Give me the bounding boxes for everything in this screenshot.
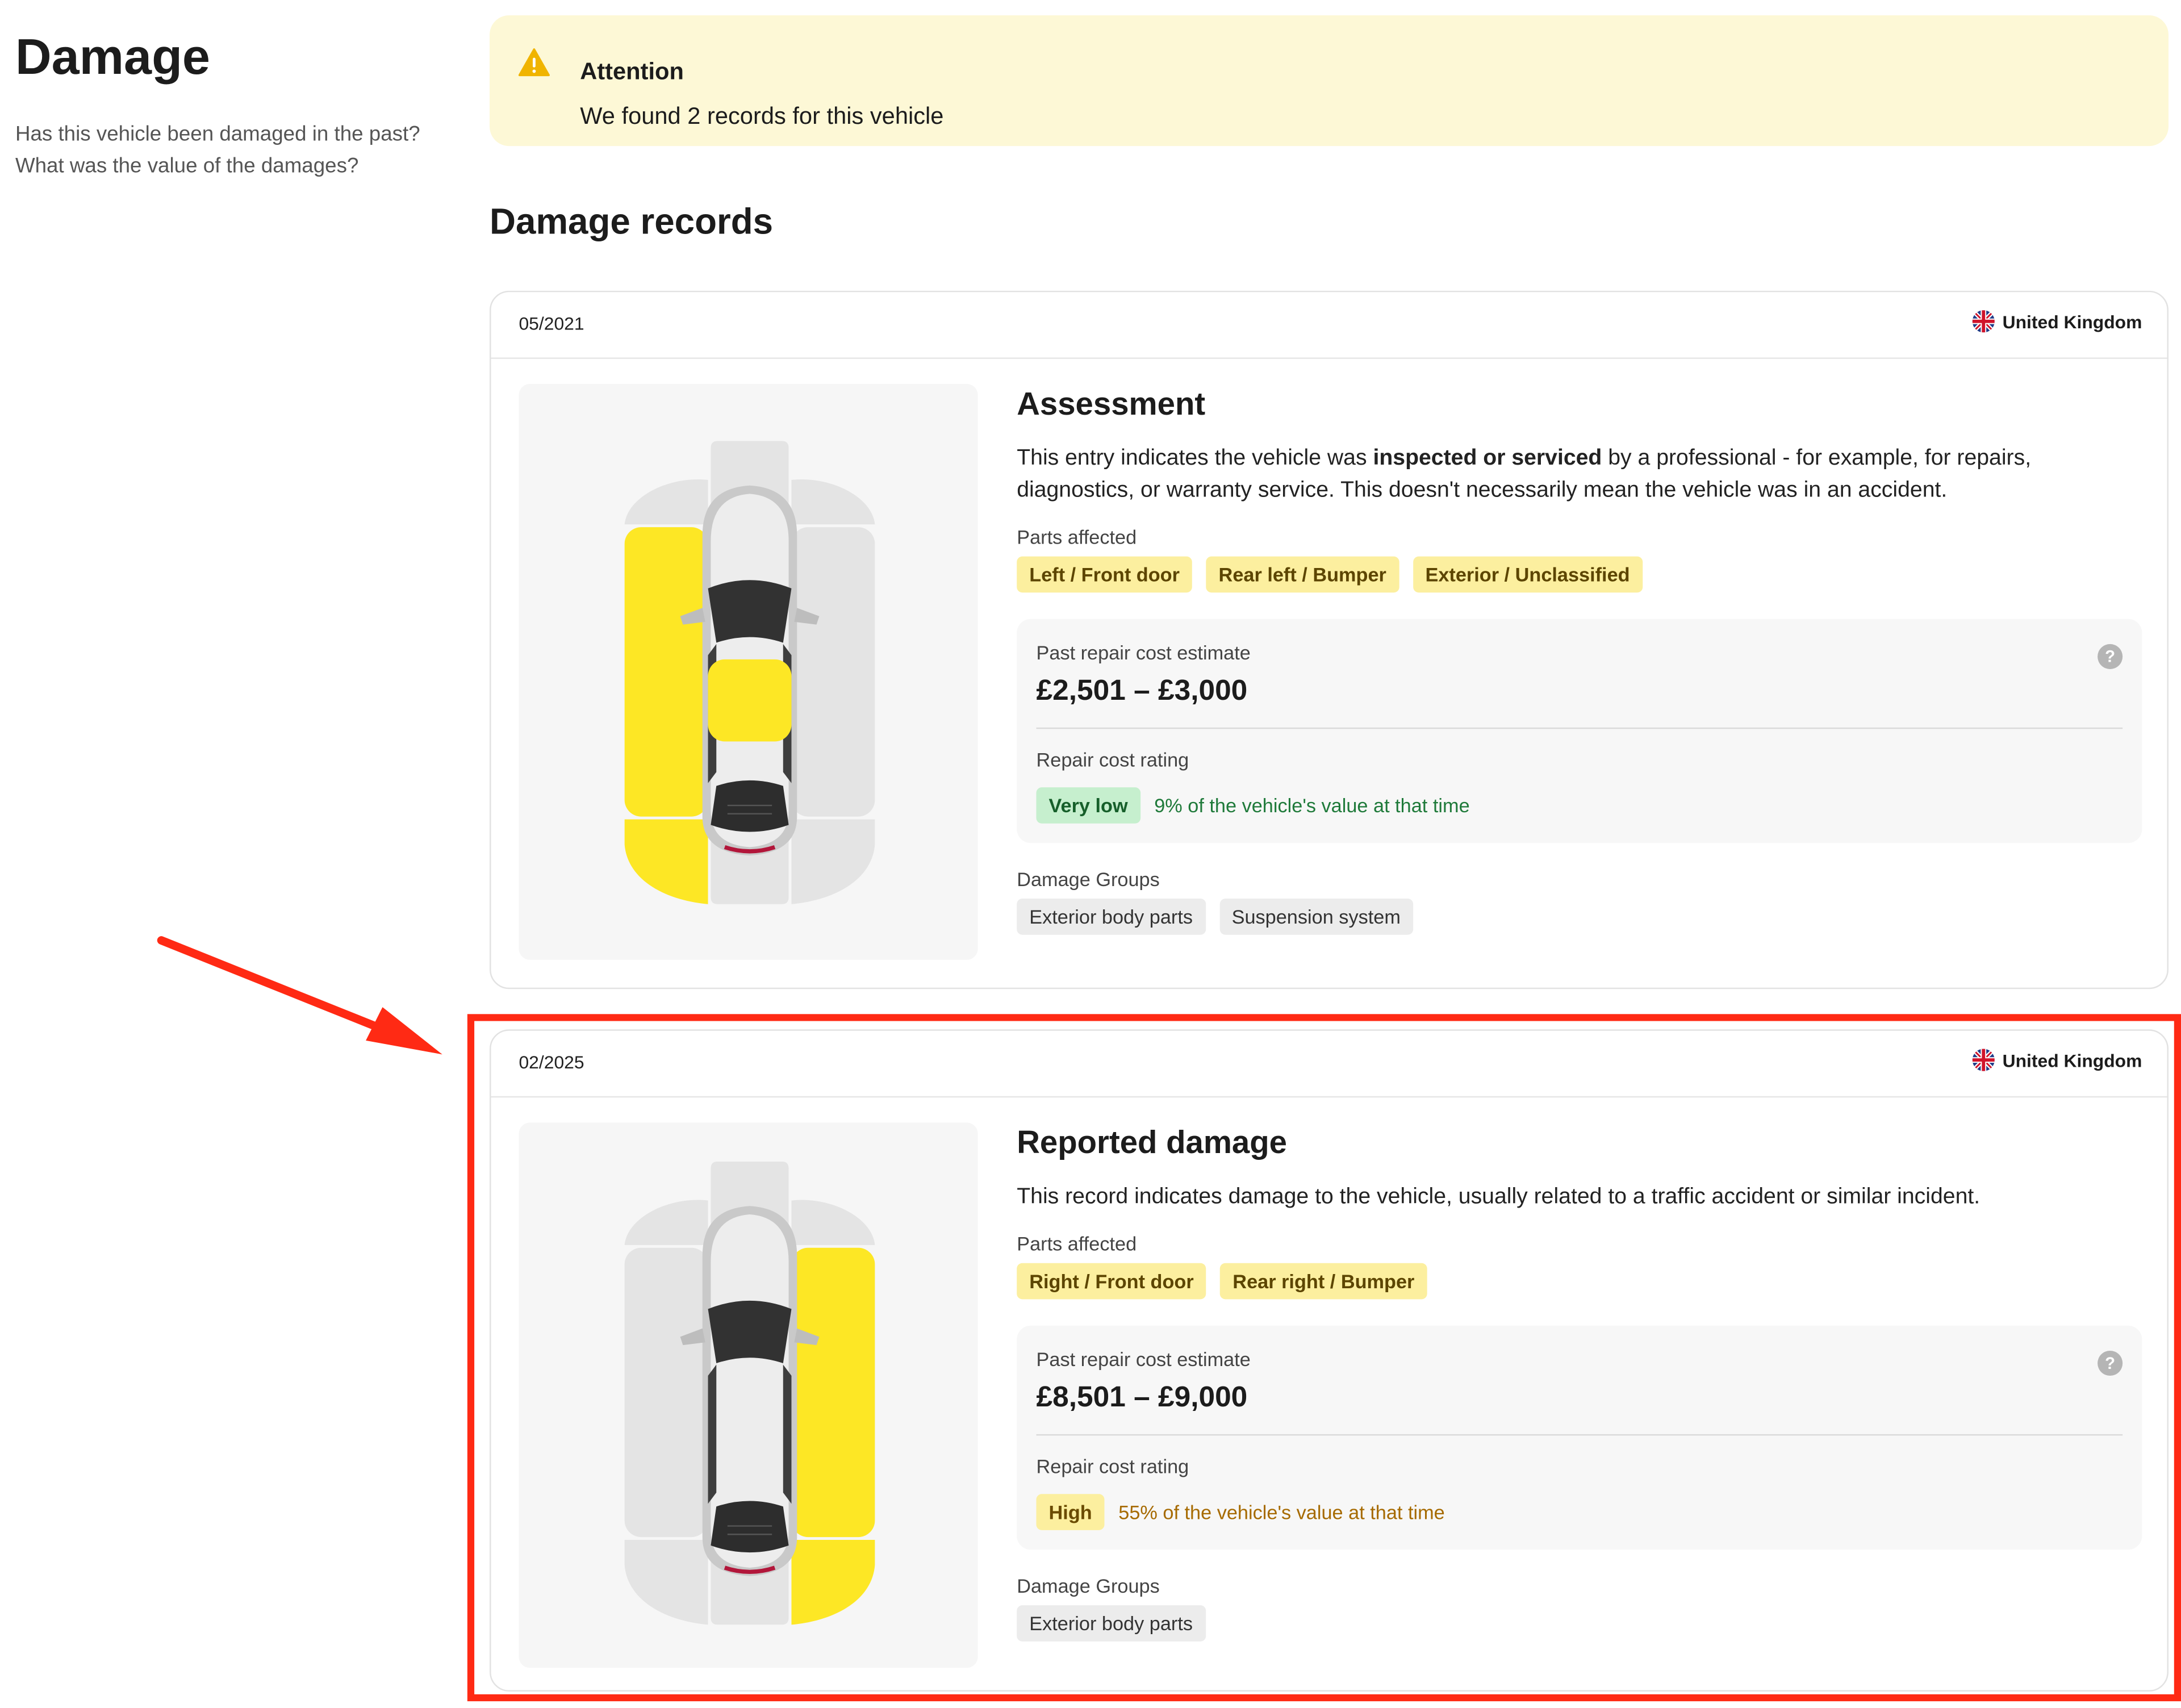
record-title: Assessment xyxy=(1017,385,1206,422)
group-tag: Exterior body parts xyxy=(1017,899,1206,935)
cost-divider xyxy=(1036,727,2123,729)
parts-affected-label: Parts affected xyxy=(1017,525,1137,548)
annotation-arrow-icon xyxy=(157,936,442,1055)
record-description: This entry indicates the vehicle was ins… xyxy=(1017,442,2142,507)
alert-text: We found 2 records for this vehicle xyxy=(580,103,944,130)
description-text: This entry indicates the vehicle was xyxy=(1017,446,1373,470)
rating-badge: Very low xyxy=(1036,787,1140,824)
card-divider xyxy=(491,357,2167,359)
damage-record-card: 05/2021 United Kingdom Assessment This e… xyxy=(490,290,2169,989)
group-tag: Suspension system xyxy=(1219,899,1413,935)
page: Damage Has this vehicle been damaged in … xyxy=(0,0,2181,1708)
cost-estimate-label: Past repair cost estimate xyxy=(1036,641,1251,664)
repair-cost-panel: ? Past repair cost estimate £2,501 – £3,… xyxy=(1017,619,2142,843)
cost-estimate-value: £2,501 – £3,000 xyxy=(1036,674,1248,707)
cost-rating-row: Very low 9% of the vehicle's value at th… xyxy=(1036,787,2123,824)
car-top-view-icon xyxy=(624,441,875,904)
damage-groups-label: Damage Groups xyxy=(1017,868,1160,891)
part-tag: Rear left / Bumper xyxy=(1206,556,1399,593)
highlight-box xyxy=(467,1014,2181,1702)
damage-groups-tags: Exterior body parts Suspension system xyxy=(1017,899,2142,935)
help-icon[interactable]: ? xyxy=(2098,644,2123,669)
record-content: Assessment This entry indicates the vehi… xyxy=(1017,384,2142,935)
attention-alert: Attention We found 2 records for this ve… xyxy=(490,15,2169,147)
part-tag: Left / Front door xyxy=(1017,556,1193,593)
record-country: United Kingdom xyxy=(1971,310,2142,333)
uk-flag-icon xyxy=(1971,310,1994,333)
rating-note: 9% of the vehicle's value at that time xyxy=(1154,794,1470,817)
cost-rating-label: Repair cost rating xyxy=(1036,748,1189,771)
description-emphasis: inspected or serviced xyxy=(1373,446,1602,470)
parts-affected-tags: Left / Front door Rear left / Bumper Ext… xyxy=(1017,556,2142,593)
country-label: United Kingdom xyxy=(2002,311,2142,332)
car-damage-diagram xyxy=(519,383,978,960)
part-tag: Exterior / Unclassified xyxy=(1413,556,1643,593)
alert-title: Attention xyxy=(580,58,684,85)
